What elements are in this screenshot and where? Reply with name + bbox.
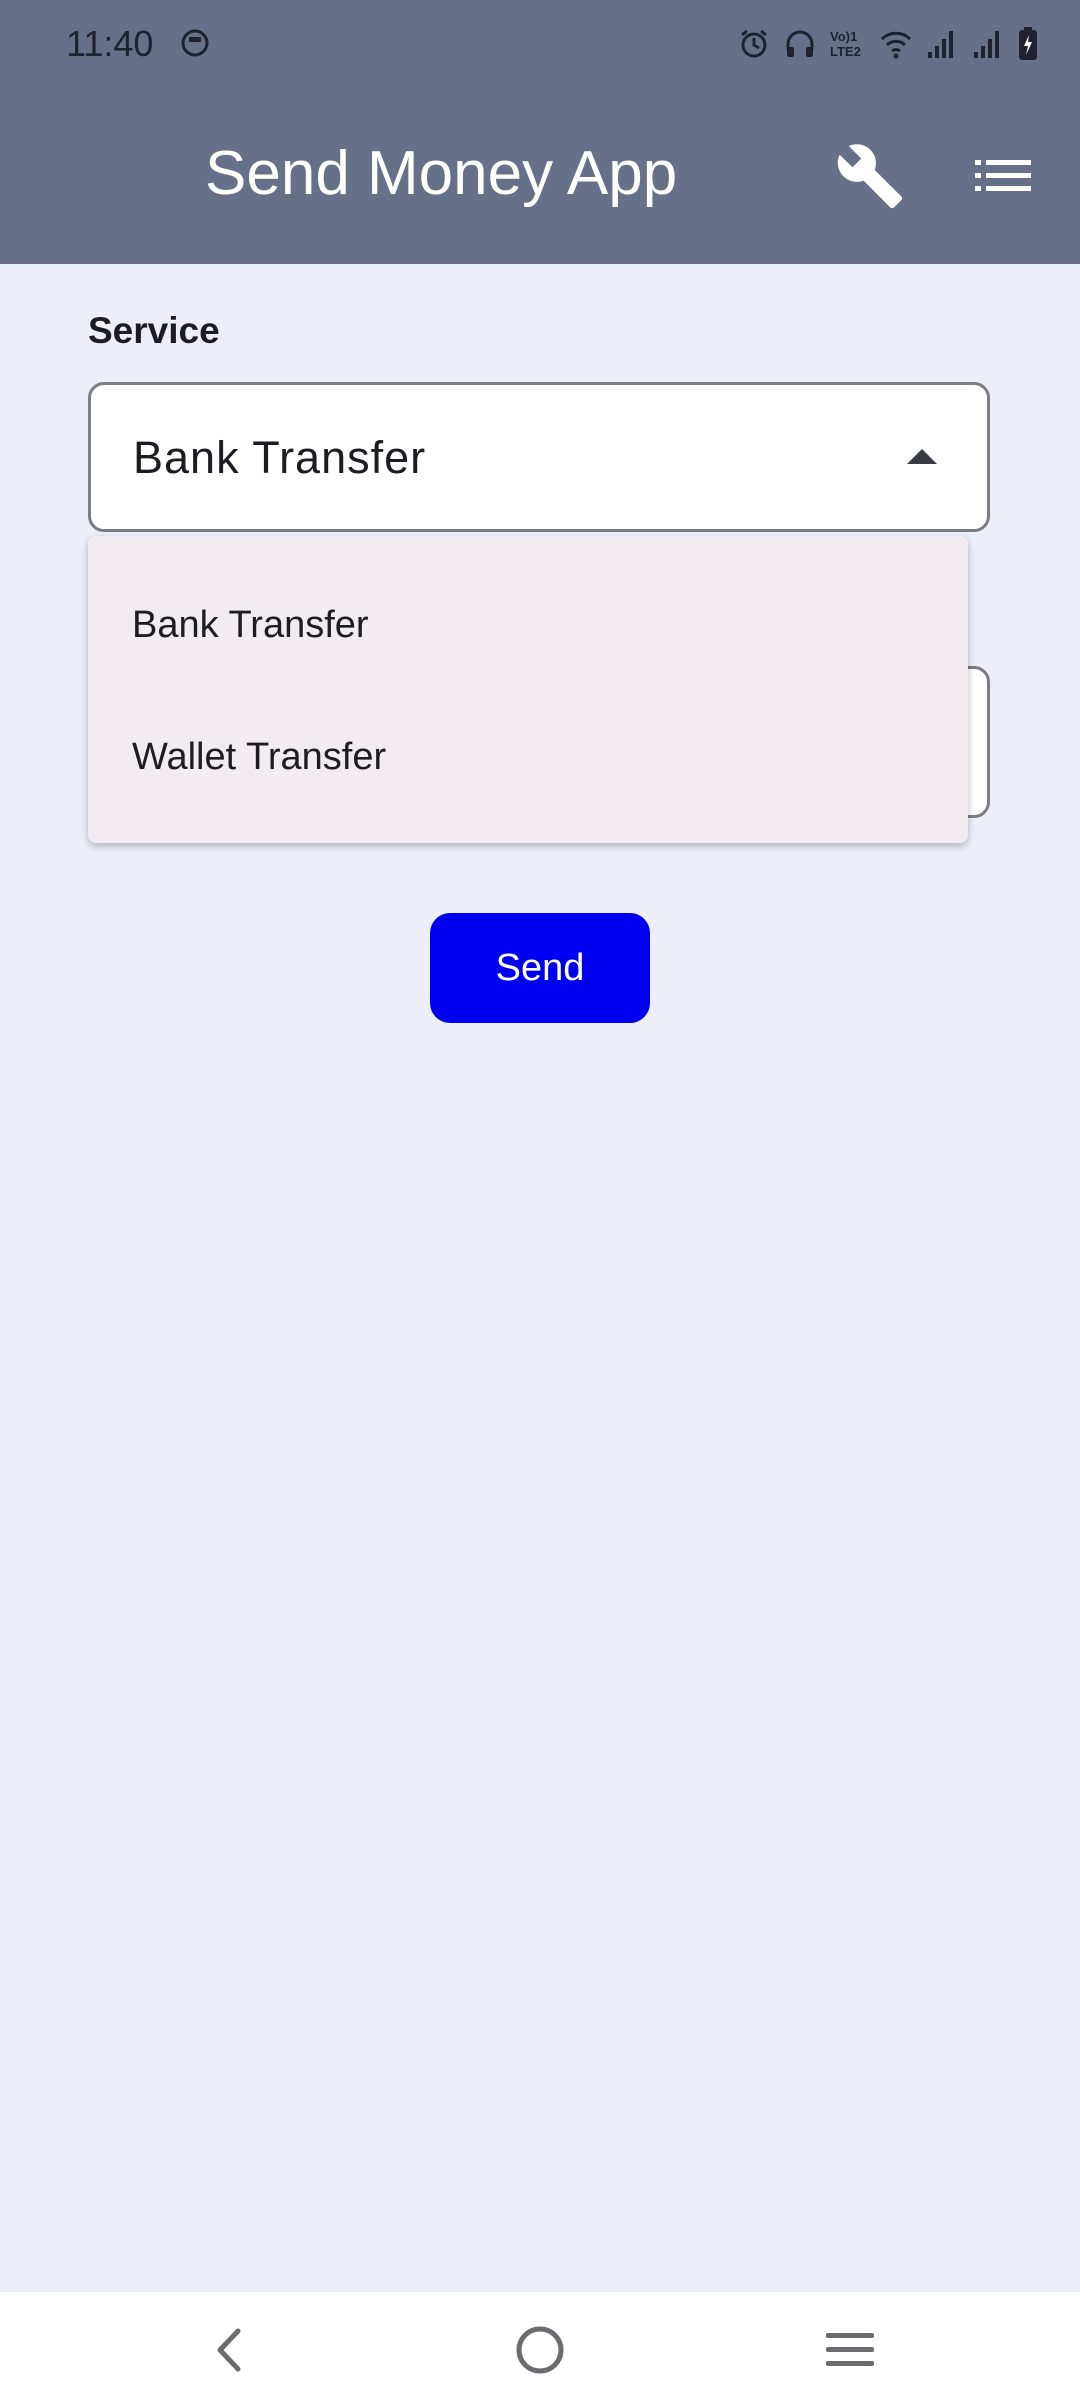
wifi-icon bbox=[880, 31, 912, 59]
dropdown-option-wallet-transfer[interactable]: Wallet Transfer bbox=[88, 691, 968, 823]
svg-text:LTE2: LTE2 bbox=[830, 44, 861, 59]
service-dropdown-menu: Bank Transfer Wallet Transfer bbox=[88, 536, 968, 843]
service-select[interactable]: Bank Transfer bbox=[88, 382, 990, 532]
headphones-icon bbox=[786, 30, 814, 57]
wrench-icon bbox=[837, 144, 903, 209]
app-title: Send Money App bbox=[205, 139, 678, 208]
recents-button[interactable] bbox=[810, 2310, 890, 2390]
signal-icon bbox=[974, 31, 999, 58]
home-button[interactable] bbox=[500, 2310, 580, 2390]
status-time: 11:40 bbox=[66, 23, 154, 64]
home-icon bbox=[516, 2326, 564, 2374]
app-notification-icon bbox=[178, 26, 212, 60]
back-button[interactable] bbox=[190, 2310, 270, 2390]
chevron-up-icon bbox=[907, 449, 937, 464]
list-menu-button[interactable] bbox=[963, 136, 1043, 216]
service-select-value: Bank Transfer bbox=[133, 432, 427, 483]
dropdown-option-bank-transfer[interactable]: Bank Transfer bbox=[88, 559, 968, 691]
volte-icon: Vo)1 LTE2 bbox=[830, 29, 861, 59]
navigation-bar bbox=[0, 2292, 1080, 2408]
list-menu-icon bbox=[975, 160, 1031, 191]
service-label: Service bbox=[88, 310, 220, 351]
status-bar: 11:40 Vo)1 LTE2 bbox=[0, 0, 1080, 88]
battery-charging-icon bbox=[1019, 27, 1037, 60]
alarm-icon bbox=[741, 29, 767, 58]
back-icon bbox=[217, 2328, 241, 2372]
recents-icon bbox=[826, 2333, 874, 2366]
settings-button[interactable] bbox=[830, 136, 910, 216]
signal-icon bbox=[928, 31, 953, 58]
status-icons: Vo)1 LTE2 bbox=[736, 22, 1040, 66]
svg-text:Vo)1: Vo)1 bbox=[830, 29, 857, 44]
app-bar: Send Money App bbox=[0, 88, 1080, 264]
send-button[interactable]: Send bbox=[430, 913, 650, 1023]
